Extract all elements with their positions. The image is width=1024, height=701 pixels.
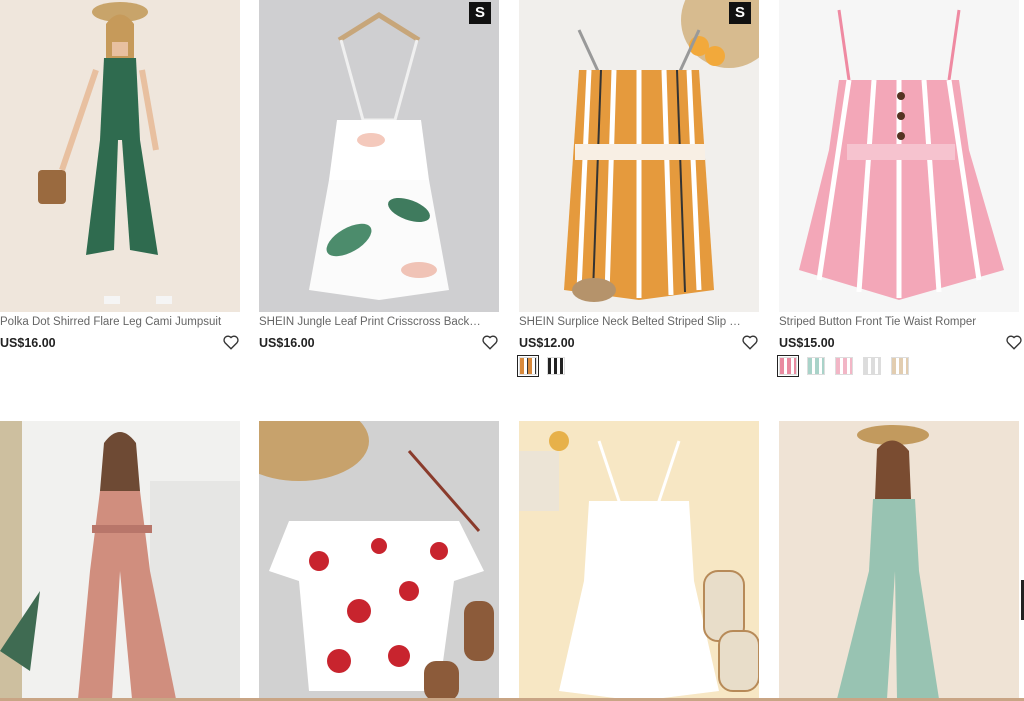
product-price: US$16.00	[259, 336, 315, 350]
brand-badge: S	[729, 2, 751, 24]
product-image-pink-jumpsuit[interactable]	[0, 421, 240, 701]
heart-outline-icon[interactable]	[741, 333, 759, 351]
product-price: US$12.00	[519, 336, 575, 350]
heart-outline-icon[interactable]	[222, 333, 240, 351]
color-swatches	[777, 355, 909, 377]
product-price: US$15.00	[779, 336, 835, 350]
color-swatch[interactable]	[835, 357, 853, 375]
product-card[interactable]	[779, 421, 1019, 701]
product-card[interactable]: Polka Dot Shirred Flare Leg Cami Jumpsui…	[0, 0, 240, 380]
product-image-striped-slip-romper[interactable]	[519, 0, 759, 312]
color-swatch[interactable]	[807, 357, 825, 375]
heart-outline-icon[interactable]	[1005, 333, 1023, 351]
product-title[interactable]: Striped Button Front Tie Waist Romper	[779, 316, 1001, 328]
color-swatches	[517, 355, 565, 377]
product-image-mint-jumpsuit[interactable]	[779, 421, 1019, 701]
product-image-polka-jumpsuit[interactable]	[0, 0, 240, 312]
heart-outline-icon[interactable]	[481, 333, 499, 351]
color-swatch[interactable]	[777, 355, 799, 377]
brand-badge: S	[469, 2, 491, 24]
color-swatch[interactable]	[863, 357, 881, 375]
product-card[interactable]: Striped Button Front Tie Waist Romper US…	[777, 0, 1022, 380]
product-title[interactable]: Polka Dot Shirred Flare Leg Cami Jumpsui…	[0, 316, 222, 328]
product-card[interactable]	[259, 421, 499, 701]
product-card[interactable]: S SHEIN Jungle Leaf Print Crisscross Bac…	[259, 0, 499, 380]
product-image-white-halter-romper[interactable]	[519, 421, 759, 701]
color-swatch[interactable]	[891, 357, 909, 375]
color-swatch[interactable]	[517, 355, 539, 377]
product-price: US$16.00	[0, 336, 56, 350]
product-title[interactable]: SHEIN Jungle Leaf Print Crisscross Back …	[259, 316, 481, 328]
product-image-red-floral-romper[interactable]	[259, 421, 499, 701]
product-grid: Polka Dot Shirred Flare Leg Cami Jumpsui…	[0, 0, 1024, 701]
product-card[interactable]	[0, 421, 240, 701]
product-image-striped-tie-romper[interactable]	[779, 0, 1019, 312]
color-swatch[interactable]	[547, 357, 565, 375]
product-image-jungle-leaf-romper[interactable]	[259, 0, 499, 312]
product-card[interactable]: S SHEIN Surplice Neck Belted Striped Sli…	[517, 0, 759, 380]
product-title[interactable]: SHEIN Surplice Neck Belted Striped Slip …	[519, 316, 741, 328]
product-card[interactable]	[519, 421, 759, 701]
